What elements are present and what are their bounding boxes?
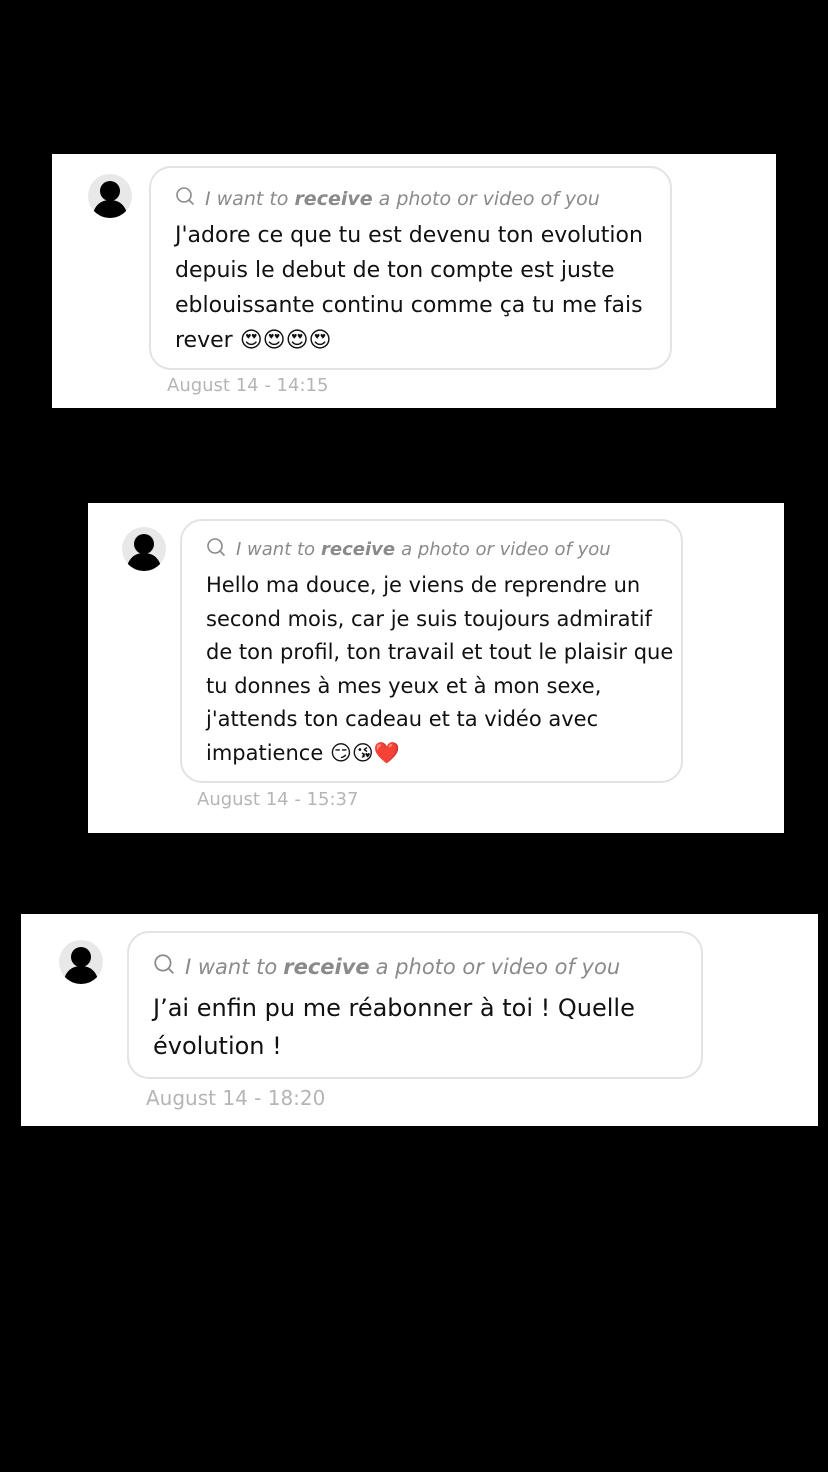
message-card: I want to receive a photo or video of yo…	[21, 914, 818, 1126]
request-keyword: receive	[321, 539, 396, 560]
message-text: J'adore ce que tu est devenu ton evoluti…	[175, 218, 665, 358]
message-timestamp: August 14 - 18:20	[146, 1086, 326, 1110]
message-card: I want to receive a photo or video of yo…	[52, 154, 776, 408]
user-silhouette-icon	[126, 534, 162, 571]
chat-bubble-icon	[206, 537, 226, 562]
avatar[interactable]	[59, 940, 103, 984]
message-text: J’ai enfin pu me réabonner à toi ! Quell…	[153, 989, 693, 1065]
user-silhouette-icon	[92, 181, 128, 218]
request-suffix: a photo or video of you	[378, 187, 600, 210]
request-keyword: receive	[294, 187, 373, 210]
message-body: Hello ma douce, je viens de reprendre un…	[206, 573, 674, 765]
avatar[interactable]	[88, 174, 132, 218]
message-bubble: I want to receive a photo or video of yo…	[127, 931, 703, 1079]
message-emoji: 😍😍😍😍	[239, 328, 332, 353]
message-emoji: 😏😘❤️	[329, 740, 400, 765]
chat-bubble-icon	[175, 186, 195, 211]
request-suffix: a photo or video of you	[401, 539, 611, 560]
request-prefix: I want to	[236, 539, 316, 560]
request-prefix: I want to	[205, 187, 289, 210]
user-silhouette-icon	[63, 947, 99, 984]
request-label: I want to receive a photo or video of yo…	[153, 953, 620, 980]
request-suffix: a photo or video of you	[375, 954, 621, 979]
message-card: I want to receive a photo or video of yo…	[88, 503, 784, 833]
avatar[interactable]	[122, 527, 166, 571]
message-text: Hello ma douce, je viens de reprendre un…	[206, 569, 676, 771]
chat-bubble-icon	[153, 953, 175, 980]
request-label: I want to receive a photo or video of yo…	[206, 537, 611, 562]
message-bubble: I want to receive a photo or video of yo…	[149, 166, 672, 370]
message-bubble: I want to receive a photo or video of yo…	[180, 519, 683, 783]
request-label: I want to receive a photo or video of yo…	[175, 186, 600, 211]
request-keyword: receive	[283, 954, 370, 979]
message-timestamp: August 14 - 15:37	[197, 789, 359, 810]
message-timestamp: August 14 - 14:15	[167, 375, 329, 396]
request-prefix: I want to	[185, 954, 278, 979]
message-body: J’ai enfin pu me réabonner à toi ! Quell…	[153, 994, 635, 1060]
